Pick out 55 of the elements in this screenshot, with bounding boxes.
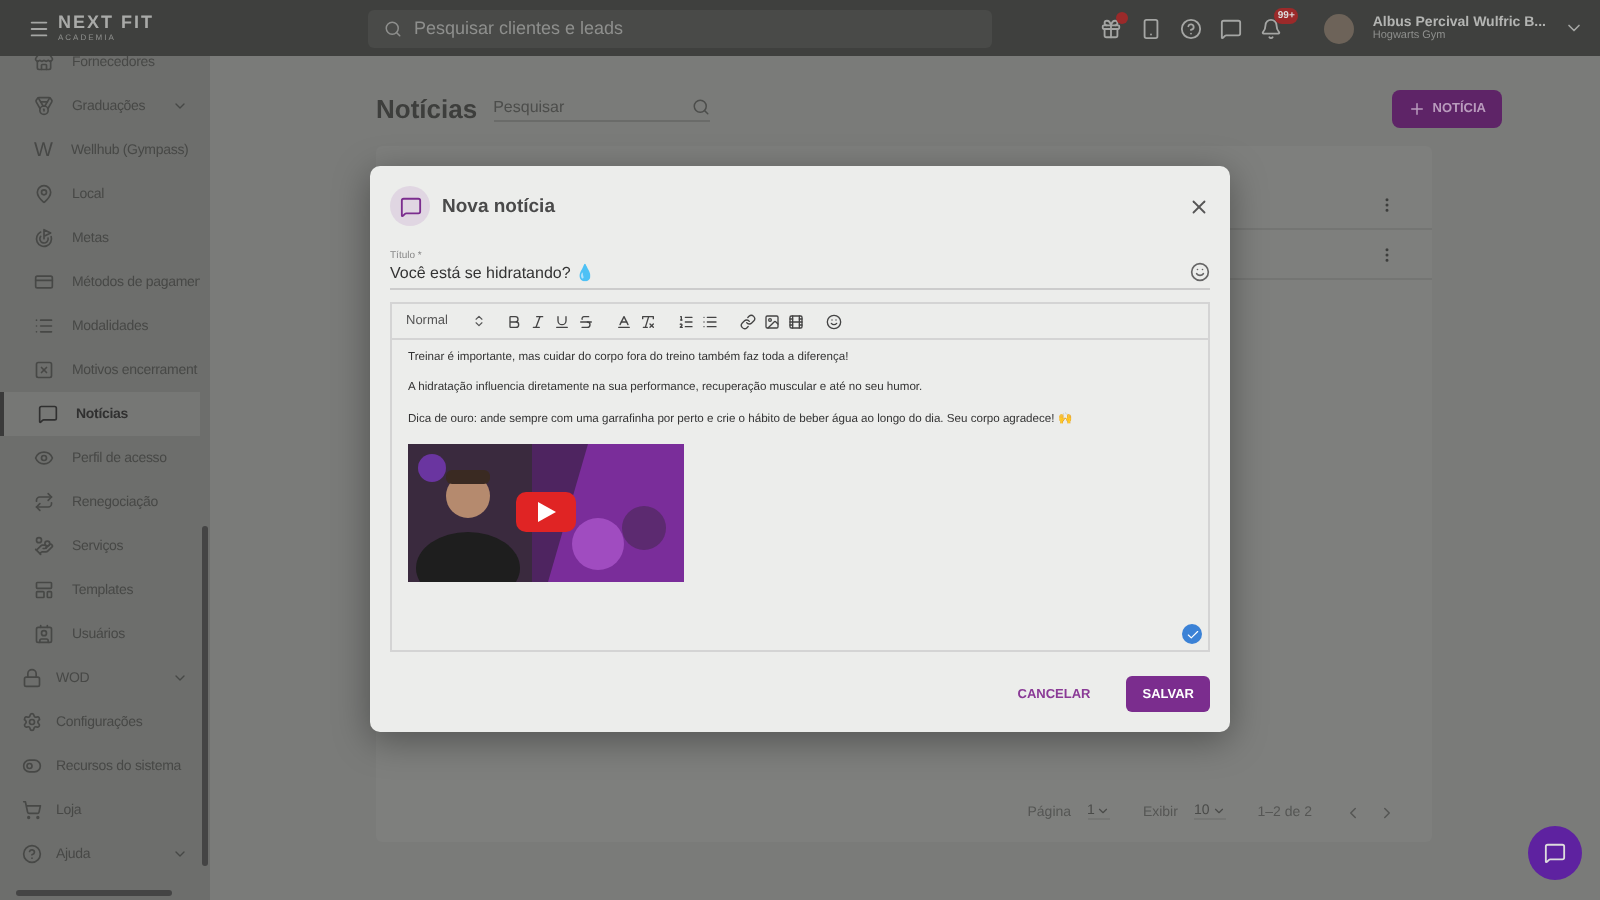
sidebar-icon	[34, 228, 54, 248]
italic-icon[interactable]	[529, 313, 546, 329]
search-icon	[384, 19, 402, 37]
link-icon[interactable]	[739, 313, 756, 329]
sidebar-icon	[34, 184, 54, 204]
film-icon[interactable]	[787, 313, 804, 329]
scrollbar[interactable]	[16, 890, 172, 896]
sidebar-icon	[34, 448, 54, 468]
sidebar-icon	[22, 844, 42, 864]
sidebar-icon	[34, 96, 54, 116]
search-icon	[691, 98, 710, 116]
scrollbar[interactable]	[202, 526, 208, 866]
sidebar-icon	[34, 492, 54, 512]
sidebar-icon	[38, 404, 58, 424]
gift-icon[interactable]	[1100, 17, 1123, 39]
up-down-icon	[471, 314, 486, 328]
emoji-icon[interactable]	[1190, 262, 1210, 282]
bold-icon[interactable]	[505, 313, 522, 329]
check-icon	[1182, 624, 1202, 644]
help-icon[interactable]	[1180, 17, 1203, 39]
sidebar-icon	[34, 624, 54, 644]
sidebar-icon	[34, 580, 54, 600]
sidebar-icon	[22, 668, 42, 688]
chat-button[interactable]	[1528, 826, 1582, 880]
text-color-icon[interactable]	[615, 313, 632, 329]
sidebar-icon	[34, 316, 54, 336]
caret-icon	[1211, 804, 1226, 818]
sidebar-icon	[34, 360, 54, 380]
emoji-icon[interactable]	[825, 313, 842, 329]
page-title: Notícias	[376, 93, 478, 123]
brand-name: NEXT FIT	[58, 14, 154, 32]
caret-icon	[1096, 804, 1111, 818]
menu-icon[interactable]	[28, 17, 50, 39]
clear-format-icon[interactable]	[639, 313, 656, 329]
sidebar-icon	[22, 800, 42, 820]
sidebar-icon	[22, 712, 42, 732]
numbered-list-icon[interactable]	[677, 313, 694, 329]
close-button[interactable]	[1188, 195, 1210, 217]
message-icon	[390, 186, 430, 226]
bullet-list-icon[interactable]	[701, 313, 718, 329]
image-icon[interactable]	[763, 313, 780, 329]
search-field[interactable]: Pesquisar clientes e leads	[368, 9, 992, 47]
notification-dot	[1116, 11, 1129, 23]
sidebar-icon	[34, 272, 54, 292]
plus-icon	[1408, 99, 1427, 117]
phone-icon[interactable]	[1140, 17, 1163, 39]
text-editor[interactable]	[390, 302, 1210, 652]
chat-icon[interactable]	[1220, 17, 1243, 39]
underline-icon[interactable]	[553, 313, 570, 329]
bell-icon[interactable]	[1260, 17, 1283, 39]
strikethrough-icon[interactable]	[577, 313, 594, 329]
chat-icon	[1544, 842, 1566, 864]
dialog-title: Nova notícia	[442, 195, 555, 217]
sidebar-icon	[22, 756, 42, 776]
sidebar-icon	[34, 536, 54, 556]
